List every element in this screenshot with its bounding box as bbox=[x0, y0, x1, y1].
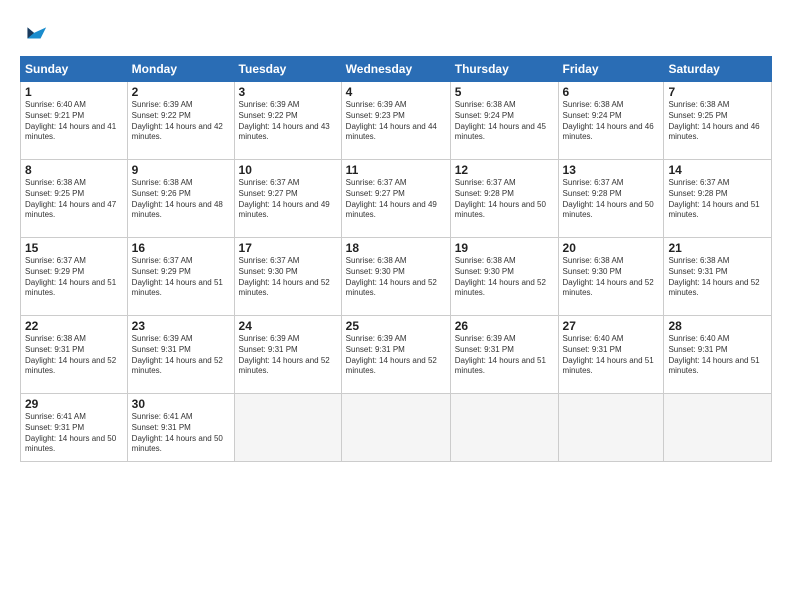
calendar-week-row: 8Sunrise: 6:38 AMSunset: 9:25 PMDaylight… bbox=[21, 160, 772, 238]
calendar-day: 29Sunrise: 6:41 AMSunset: 9:31 PMDayligh… bbox=[21, 394, 128, 462]
calendar-day: 25Sunrise: 6:39 AMSunset: 9:31 PMDayligh… bbox=[341, 316, 450, 394]
calendar-day bbox=[341, 394, 450, 462]
calendar-day: 30Sunrise: 6:41 AMSunset: 9:31 PMDayligh… bbox=[127, 394, 234, 462]
weekday-header: Tuesday bbox=[234, 57, 341, 82]
calendar-day: 5Sunrise: 6:38 AMSunset: 9:24 PMDaylight… bbox=[450, 82, 558, 160]
calendar-day bbox=[664, 394, 772, 462]
weekday-header: Thursday bbox=[450, 57, 558, 82]
calendar-header-row: SundayMondayTuesdayWednesdayThursdayFrid… bbox=[21, 57, 772, 82]
calendar-day: 23Sunrise: 6:39 AMSunset: 9:31 PMDayligh… bbox=[127, 316, 234, 394]
calendar-day: 27Sunrise: 6:40 AMSunset: 9:31 PMDayligh… bbox=[558, 316, 664, 394]
header bbox=[20, 18, 772, 46]
calendar-day: 14Sunrise: 6:37 AMSunset: 9:28 PMDayligh… bbox=[664, 160, 772, 238]
calendar-day: 11Sunrise: 6:37 AMSunset: 9:27 PMDayligh… bbox=[341, 160, 450, 238]
calendar-day: 12Sunrise: 6:37 AMSunset: 9:28 PMDayligh… bbox=[450, 160, 558, 238]
calendar-week-row: 1Sunrise: 6:40 AMSunset: 9:21 PMDaylight… bbox=[21, 82, 772, 160]
calendar-day: 26Sunrise: 6:39 AMSunset: 9:31 PMDayligh… bbox=[450, 316, 558, 394]
calendar-day: 7Sunrise: 6:38 AMSunset: 9:25 PMDaylight… bbox=[664, 82, 772, 160]
calendar-day: 19Sunrise: 6:38 AMSunset: 9:30 PMDayligh… bbox=[450, 238, 558, 316]
calendar-day bbox=[234, 394, 341, 462]
weekday-header: Friday bbox=[558, 57, 664, 82]
calendar-day: 21Sunrise: 6:38 AMSunset: 9:31 PMDayligh… bbox=[664, 238, 772, 316]
calendar-day: 15Sunrise: 6:37 AMSunset: 9:29 PMDayligh… bbox=[21, 238, 128, 316]
logo-icon bbox=[20, 18, 48, 46]
weekday-header: Saturday bbox=[664, 57, 772, 82]
weekday-header: Wednesday bbox=[341, 57, 450, 82]
calendar-day: 9Sunrise: 6:38 AMSunset: 9:26 PMDaylight… bbox=[127, 160, 234, 238]
calendar-day: 13Sunrise: 6:37 AMSunset: 9:28 PMDayligh… bbox=[558, 160, 664, 238]
calendar-day: 17Sunrise: 6:37 AMSunset: 9:30 PMDayligh… bbox=[234, 238, 341, 316]
calendar-day: 20Sunrise: 6:38 AMSunset: 9:30 PMDayligh… bbox=[558, 238, 664, 316]
calendar-week-row: 15Sunrise: 6:37 AMSunset: 9:29 PMDayligh… bbox=[21, 238, 772, 316]
calendar-day: 10Sunrise: 6:37 AMSunset: 9:27 PMDayligh… bbox=[234, 160, 341, 238]
calendar-day: 16Sunrise: 6:37 AMSunset: 9:29 PMDayligh… bbox=[127, 238, 234, 316]
calendar-day: 24Sunrise: 6:39 AMSunset: 9:31 PMDayligh… bbox=[234, 316, 341, 394]
calendar-day: 22Sunrise: 6:38 AMSunset: 9:31 PMDayligh… bbox=[21, 316, 128, 394]
calendar-day: 3Sunrise: 6:39 AMSunset: 9:22 PMDaylight… bbox=[234, 82, 341, 160]
calendar-week-row: 29Sunrise: 6:41 AMSunset: 9:31 PMDayligh… bbox=[21, 394, 772, 462]
calendar-day: 8Sunrise: 6:38 AMSunset: 9:25 PMDaylight… bbox=[21, 160, 128, 238]
logo bbox=[20, 18, 50, 46]
weekday-header: Sunday bbox=[21, 57, 128, 82]
weekday-header: Monday bbox=[127, 57, 234, 82]
calendar-week-row: 22Sunrise: 6:38 AMSunset: 9:31 PMDayligh… bbox=[21, 316, 772, 394]
calendar-day: 2Sunrise: 6:39 AMSunset: 9:22 PMDaylight… bbox=[127, 82, 234, 160]
calendar-day: 28Sunrise: 6:40 AMSunset: 9:31 PMDayligh… bbox=[664, 316, 772, 394]
page: SundayMondayTuesdayWednesdayThursdayFrid… bbox=[0, 0, 792, 612]
calendar-day bbox=[450, 394, 558, 462]
calendar-day bbox=[558, 394, 664, 462]
calendar-day: 1Sunrise: 6:40 AMSunset: 9:21 PMDaylight… bbox=[21, 82, 128, 160]
calendar-day: 4Sunrise: 6:39 AMSunset: 9:23 PMDaylight… bbox=[341, 82, 450, 160]
calendar-body: 1Sunrise: 6:40 AMSunset: 9:21 PMDaylight… bbox=[21, 82, 772, 462]
calendar: SundayMondayTuesdayWednesdayThursdayFrid… bbox=[20, 56, 772, 462]
calendar-day: 18Sunrise: 6:38 AMSunset: 9:30 PMDayligh… bbox=[341, 238, 450, 316]
calendar-day: 6Sunrise: 6:38 AMSunset: 9:24 PMDaylight… bbox=[558, 82, 664, 160]
